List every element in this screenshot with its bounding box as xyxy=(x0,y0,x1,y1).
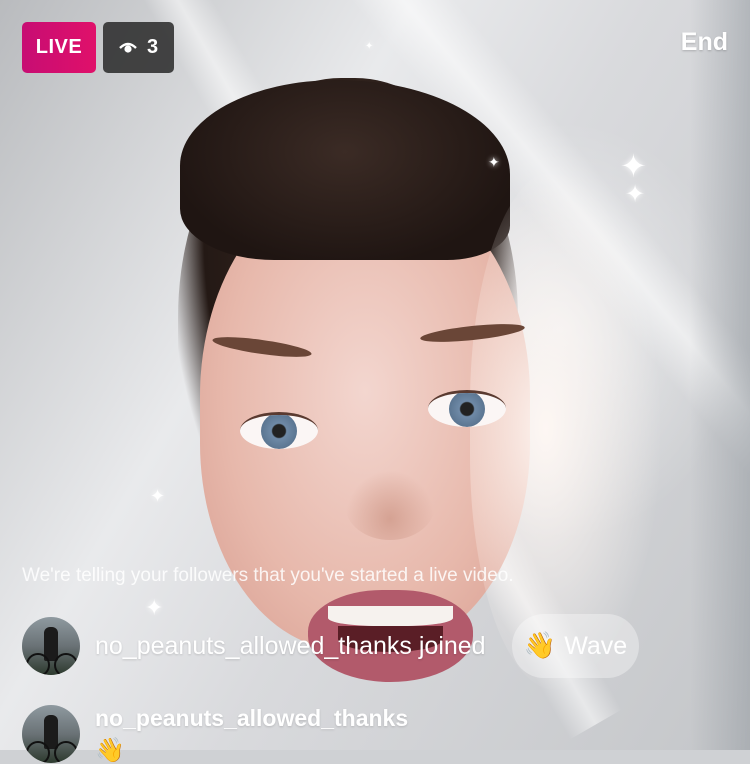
comment-text: 👋 xyxy=(95,736,125,764)
eye-left xyxy=(240,412,318,449)
user-avatar[interactable] xyxy=(22,617,80,675)
sparkle-icon: ✦ xyxy=(488,155,500,171)
joined-text: no_peanuts_allowed_thanks joined xyxy=(95,631,486,660)
wave-hand-icon: 👋 xyxy=(523,631,557,661)
viewer-count-badge[interactable]: 3 xyxy=(103,22,174,73)
eye-right xyxy=(428,390,506,427)
wave-button[interactable]: 👋 Wave xyxy=(512,614,639,678)
comment-username[interactable]: no_peanuts_allowed_thanks xyxy=(95,705,408,732)
wave-label: Wave xyxy=(564,631,628,660)
sparkle-icon: ✦ xyxy=(365,41,374,52)
comment-item: no_peanuts_allowed_thanks 👋 xyxy=(22,705,408,764)
viewer-count: 3 xyxy=(146,36,159,58)
end-button[interactable]: End xyxy=(681,28,728,57)
nose xyxy=(345,470,435,540)
live-label: LIVE xyxy=(35,36,83,58)
live-badge: LIVE xyxy=(22,22,96,73)
joined-event: no_peanuts_allowed_thanks joined xyxy=(22,617,486,675)
sparkle-icon: ✦ xyxy=(625,180,646,208)
user-avatar[interactable] xyxy=(22,705,80,763)
hair-highlight xyxy=(470,170,660,690)
sparkle-icon: ✦ xyxy=(620,147,647,185)
sparkle-icon: ✦ xyxy=(150,486,166,507)
window-frame xyxy=(690,0,750,750)
live-notice-text: We're telling your followers that you've… xyxy=(22,565,514,586)
eye-icon xyxy=(119,42,137,53)
